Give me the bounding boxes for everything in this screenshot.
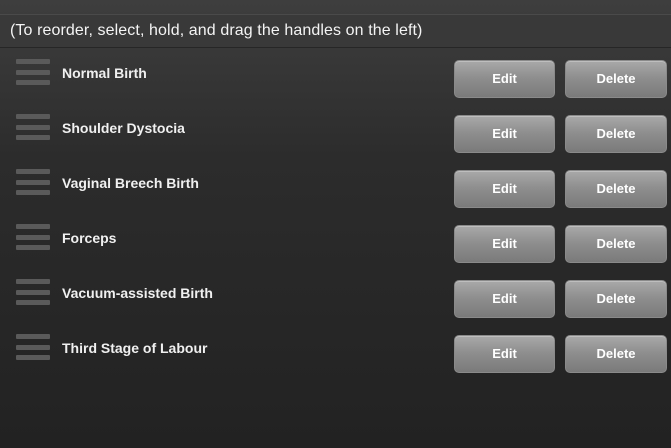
list-item-label: Vaginal Breech Birth (62, 175, 199, 191)
delete-button[interactable]: Delete (565, 225, 667, 263)
delete-button[interactable]: Delete (565, 280, 667, 318)
drag-handle-icon[interactable] (16, 59, 50, 87)
delete-button[interactable]: Delete (565, 115, 667, 153)
list-item-label: Vacuum-assisted Birth (62, 285, 213, 301)
list-item-label: Shoulder Dystocia (62, 120, 185, 136)
edit-button[interactable]: Edit (454, 115, 555, 153)
list-item-label: Third Stage of Labour (62, 340, 208, 356)
drag-handle-icon[interactable] (16, 334, 50, 362)
reorder-list-panel: (To reorder, select, hold, and drag the … (0, 0, 671, 448)
instructions-text: (To reorder, select, hold, and drag the … (10, 22, 423, 39)
drag-handle-icon[interactable] (16, 224, 50, 252)
list-item: Normal Birth Edit Delete (0, 56, 671, 111)
delete-button[interactable]: Delete (565, 60, 667, 98)
drag-handle-icon[interactable] (16, 279, 50, 307)
list-item: Vacuum-assisted Birth Edit Delete (0, 276, 671, 331)
edit-button[interactable]: Edit (454, 60, 555, 98)
drag-handle-icon[interactable] (16, 169, 50, 197)
list-item: Vaginal Breech Birth Edit Delete (0, 166, 671, 221)
edit-button[interactable]: Edit (454, 170, 555, 208)
edit-button[interactable]: Edit (454, 225, 555, 263)
list-item-label: Forceps (62, 230, 117, 246)
edit-button[interactable]: Edit (454, 335, 555, 373)
list-item: Third Stage of Labour Edit Delete (0, 331, 671, 386)
list-item: Forceps Edit Delete (0, 221, 671, 276)
edit-button[interactable]: Edit (454, 280, 555, 318)
list-item: Shoulder Dystocia Edit Delete (0, 111, 671, 166)
instructions-bar: (To reorder, select, hold, and drag the … (0, 14, 671, 48)
delete-button[interactable]: Delete (565, 170, 667, 208)
list-item-label: Normal Birth (62, 65, 147, 81)
delete-button[interactable]: Delete (565, 335, 667, 373)
drag-handle-icon[interactable] (16, 114, 50, 142)
